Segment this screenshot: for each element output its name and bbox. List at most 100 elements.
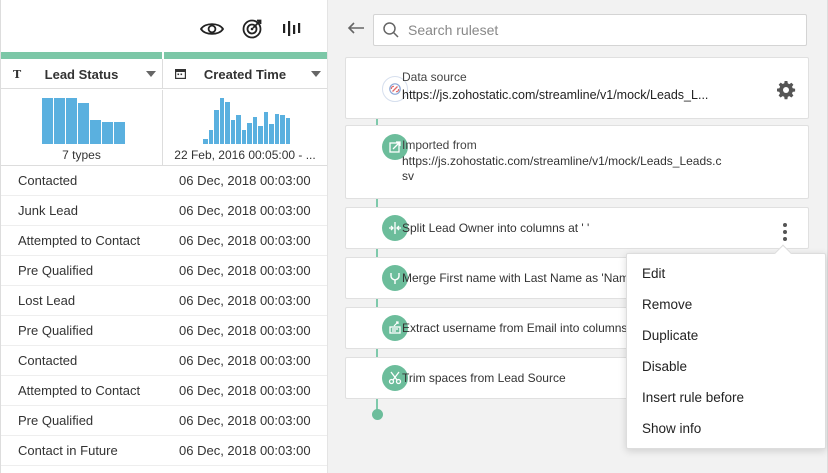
lead-status-cell[interactable]: Pre Qualified [1,413,163,428]
target-icon[interactable] [239,16,265,42]
histogram-bar[interactable] [214,110,219,144]
menu-item-disable[interactable]: Disable [627,351,825,382]
histogram-bar[interactable] [225,102,230,144]
imported-from-url-line2: sv [402,169,414,183]
rule-text: Trim spaces from Lead Source [402,371,566,385]
imported-from-label: Imported from [402,138,477,152]
lead-status-cell[interactable]: Junk Lead [1,203,163,218]
calendar-icon [175,68,187,82]
histogram-bar[interactable] [54,98,65,144]
histogram-bar[interactable] [203,139,208,144]
lead-status-cell[interactable]: Pre Qualified [1,323,163,338]
table-row[interactable]: Contacted 06 Dec, 2018 00:03:00 [1,166,327,196]
menu-item-duplicate[interactable]: Duplicate [627,320,825,351]
lead-status-cell[interactable]: Contact in Future [1,443,163,458]
column-summary-row: 7 types 22 Feb, 2016 00:05:00 - ... [1,90,327,166]
lead-status-cell[interactable]: Attempted to Contact [1,383,163,398]
lead-status-cell[interactable]: Contacted [1,353,163,368]
back-arrow-icon[interactable] [346,20,370,42]
histogram-bar[interactable] [269,124,274,144]
created-time-cell[interactable]: 06 Dec, 2018 00:03:00 [163,173,327,188]
grid-header: T Lead Status Created Time [1,59,327,89]
histogram-bar[interactable] [236,115,241,144]
menu-item-edit[interactable]: Edit [627,258,825,289]
chevron-down-icon[interactable] [311,71,321,77]
lead-status-cell[interactable]: Pre Qualified [1,263,163,278]
created-time-cell[interactable]: 06 Dec, 2018 00:03:00 [163,353,327,368]
table-row[interactable]: Attempted to Contact 06 Dec, 2018 00:03:0… [1,226,327,256]
created-time-cell[interactable]: 06 Dec, 2018 00:03:00 [163,233,327,248]
table-row[interactable]: Pre Qualified 06 Dec, 2018 00:03:00 [1,316,327,346]
histogram-bar[interactable] [90,120,101,144]
column-header-label: Created Time [203,66,287,82]
table-row[interactable]: Contacted 06 Dec, 2018 00:03:00 [1,346,327,376]
histogram-bar[interactable] [66,98,77,144]
column-header-label: Lead Status [44,66,119,82]
histogram-bar[interactable] [114,122,125,144]
lead-status-histogram[interactable] [42,98,125,144]
menu-item-insert-rule-before[interactable]: Insert rule before [627,382,825,413]
histogram-bar[interactable] [241,130,246,144]
gear-icon[interactable] [776,80,796,100]
table-row[interactable]: Lost Lead 06 Dec, 2018 00:03:00 [1,286,327,316]
created-time-cell[interactable]: 06 Dec, 2018 00:03:00 [163,263,327,278]
text-type-icon: T [13,67,22,81]
table-row[interactable]: Pre Qualified 06 Dec, 2018 00:03:00 [1,256,327,286]
column-header-created-time[interactable]: Created Time [163,59,327,89]
more-options-icon[interactable] [780,221,790,243]
imported-from-url-line1: https://js.zohostatic.com/streamline/v1/… [402,154,722,168]
search-ruleset [373,14,807,46]
histogram-bar[interactable] [247,123,252,144]
created-time-cell[interactable]: 06 Dec, 2018 00:03:00 [163,203,327,218]
column-header-lead-status[interactable]: T Lead Status [1,59,163,89]
waveform-icon[interactable] [279,16,305,42]
histogram-bar[interactable] [252,117,257,144]
search-input[interactable] [408,22,788,38]
table-row[interactable]: Pre Qualified 06 Dec, 2018 00:03:00 [1,406,327,436]
lead-status-cell[interactable]: Attempted to Contact [1,233,163,248]
chevron-down-icon[interactable] [146,71,156,77]
created-time-cell[interactable]: 06 Dec, 2018 00:03:00 [163,293,327,308]
menu-item-remove[interactable]: Remove [627,289,825,320]
menu-item-show-info[interactable]: Show info [627,413,825,444]
histogram-bar[interactable] [230,120,235,144]
header-accent-bar [1,52,327,59]
created-time-cell[interactable]: 06 Dec, 2018 00:03:00 [163,323,327,338]
rule-text: Merge First name with Last Name as 'Name [402,271,636,285]
lead-status-summary-caption: 7 types [62,148,101,162]
data-source-url: https://js.zohostatic.com/streamline/v1/… [402,88,709,102]
imported-from-card[interactable]: Imported from https://js.zohostatic.com/… [345,125,809,199]
histogram-bar[interactable] [102,122,113,144]
data-source-label: Data source [402,70,467,84]
rule-text: Extract username from Email into columns… [402,321,634,335]
rule-context-menu: Edit Remove Duplicate Disable Insert rul… [626,244,826,449]
data-grid-panel: T Lead Status Created Time 7 types 22 Fe… [0,0,328,473]
histogram-bar[interactable] [208,130,213,144]
created-time-cell[interactable]: 06 Dec, 2018 00:03:00 [163,443,327,458]
table-row[interactable]: Junk Lead 06 Dec, 2018 00:03:00 [1,196,327,226]
table-row[interactable]: Attempted to Contact 06 Dec, 2018 00:03:0… [1,376,327,406]
created-time-summary: 22 Feb, 2016 00:05:00 - ... [163,90,327,166]
lead-status-summary: 7 types [1,90,163,166]
created-time-cell[interactable]: 06 Dec, 2018 00:03:00 [163,383,327,398]
table-row[interactable]: Contact in Future 06 Dec, 2018 00:03:00 [1,436,327,466]
histogram-bar[interactable] [274,114,279,144]
data-source-card[interactable]: Data source https://js.zohostatic.com/st… [345,57,809,119]
lead-status-cell[interactable]: Lost Lead [1,293,163,308]
lead-status-cell[interactable]: Contacted [1,173,163,188]
created-time-cell[interactable]: 06 Dec, 2018 00:03:00 [163,413,327,428]
histogram-bar[interactable] [280,115,285,144]
histogram-bar[interactable] [42,98,53,144]
timeline-end-dot [372,409,383,420]
eye-icon[interactable] [199,16,225,42]
histogram-bar[interactable] [258,126,263,144]
histogram-bar[interactable] [219,98,224,144]
histogram-bar[interactable] [263,112,268,144]
rule-card-split[interactable]: Split Lead Owner into columns at ' ' [345,207,809,249]
histogram-bar[interactable] [78,103,89,144]
created-time-histogram[interactable] [203,98,290,144]
grid-body: Contacted 06 Dec, 2018 00:03:00 Junk Lead 0… [1,166,327,466]
histogram-bar[interactable] [285,118,290,144]
grid-toolbar [199,16,305,42]
rule-text: Split Lead Owner into columns at ' ' [402,221,590,235]
